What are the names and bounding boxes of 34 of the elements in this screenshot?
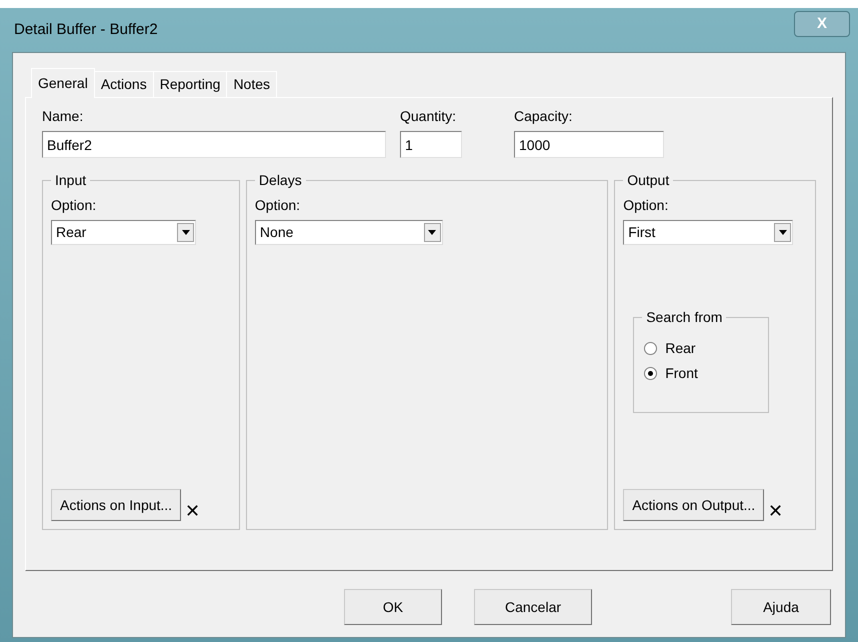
- text-field[interactable]: 1000: [514, 131, 664, 158]
- tab[interactable]: General: [31, 68, 95, 98]
- dropdown-button[interactable]: [424, 223, 441, 242]
- dialog-button[interactable]: Cancelar: [474, 589, 592, 625]
- actions-button[interactable]: Actions on Output...: [623, 489, 764, 521]
- field-label: Name:: [42, 107, 84, 126]
- window-title: Detail Buffer - Buffer2: [14, 20, 158, 40]
- option-label: Option:: [623, 196, 670, 215]
- radio-button[interactable]: [644, 367, 658, 380]
- actions-button[interactable]: Actions on Input...: [51, 489, 182, 521]
- radio-label: Front: [665, 364, 698, 383]
- radio-label: Rear: [665, 339, 696, 358]
- option-dropdown[interactable]: Rear: [51, 220, 196, 245]
- text-field[interactable]: Buffer2: [42, 131, 386, 158]
- option-dropdown[interactable]: None: [254, 220, 443, 245]
- clear-button[interactable]: ✕: [768, 501, 784, 521]
- field-label: Capacity:: [514, 107, 574, 126]
- caret-icon: [778, 230, 787, 235]
- option-label: Option:: [254, 196, 302, 215]
- tab[interactable]: Reporting: [154, 71, 228, 97]
- option-dropdown[interactable]: First: [623, 220, 794, 245]
- dialog-button[interactable]: Ajuda: [731, 589, 831, 625]
- dropdown-button[interactable]: [177, 223, 194, 242]
- caret-icon: [182, 230, 190, 235]
- caret-icon: [428, 230, 436, 235]
- dialog-button[interactable]: OK: [344, 589, 442, 625]
- field-label: Quantity:: [400, 107, 458, 126]
- text-field[interactable]: 1: [400, 131, 462, 158]
- dropdown-button[interactable]: [774, 223, 792, 242]
- clear-button[interactable]: ✕: [185, 501, 200, 521]
- radio-button[interactable]: [644, 342, 658, 355]
- tab[interactable]: Notes: [227, 71, 278, 97]
- option-label: Option:: [51, 196, 98, 215]
- tab[interactable]: Actions: [94, 71, 154, 97]
